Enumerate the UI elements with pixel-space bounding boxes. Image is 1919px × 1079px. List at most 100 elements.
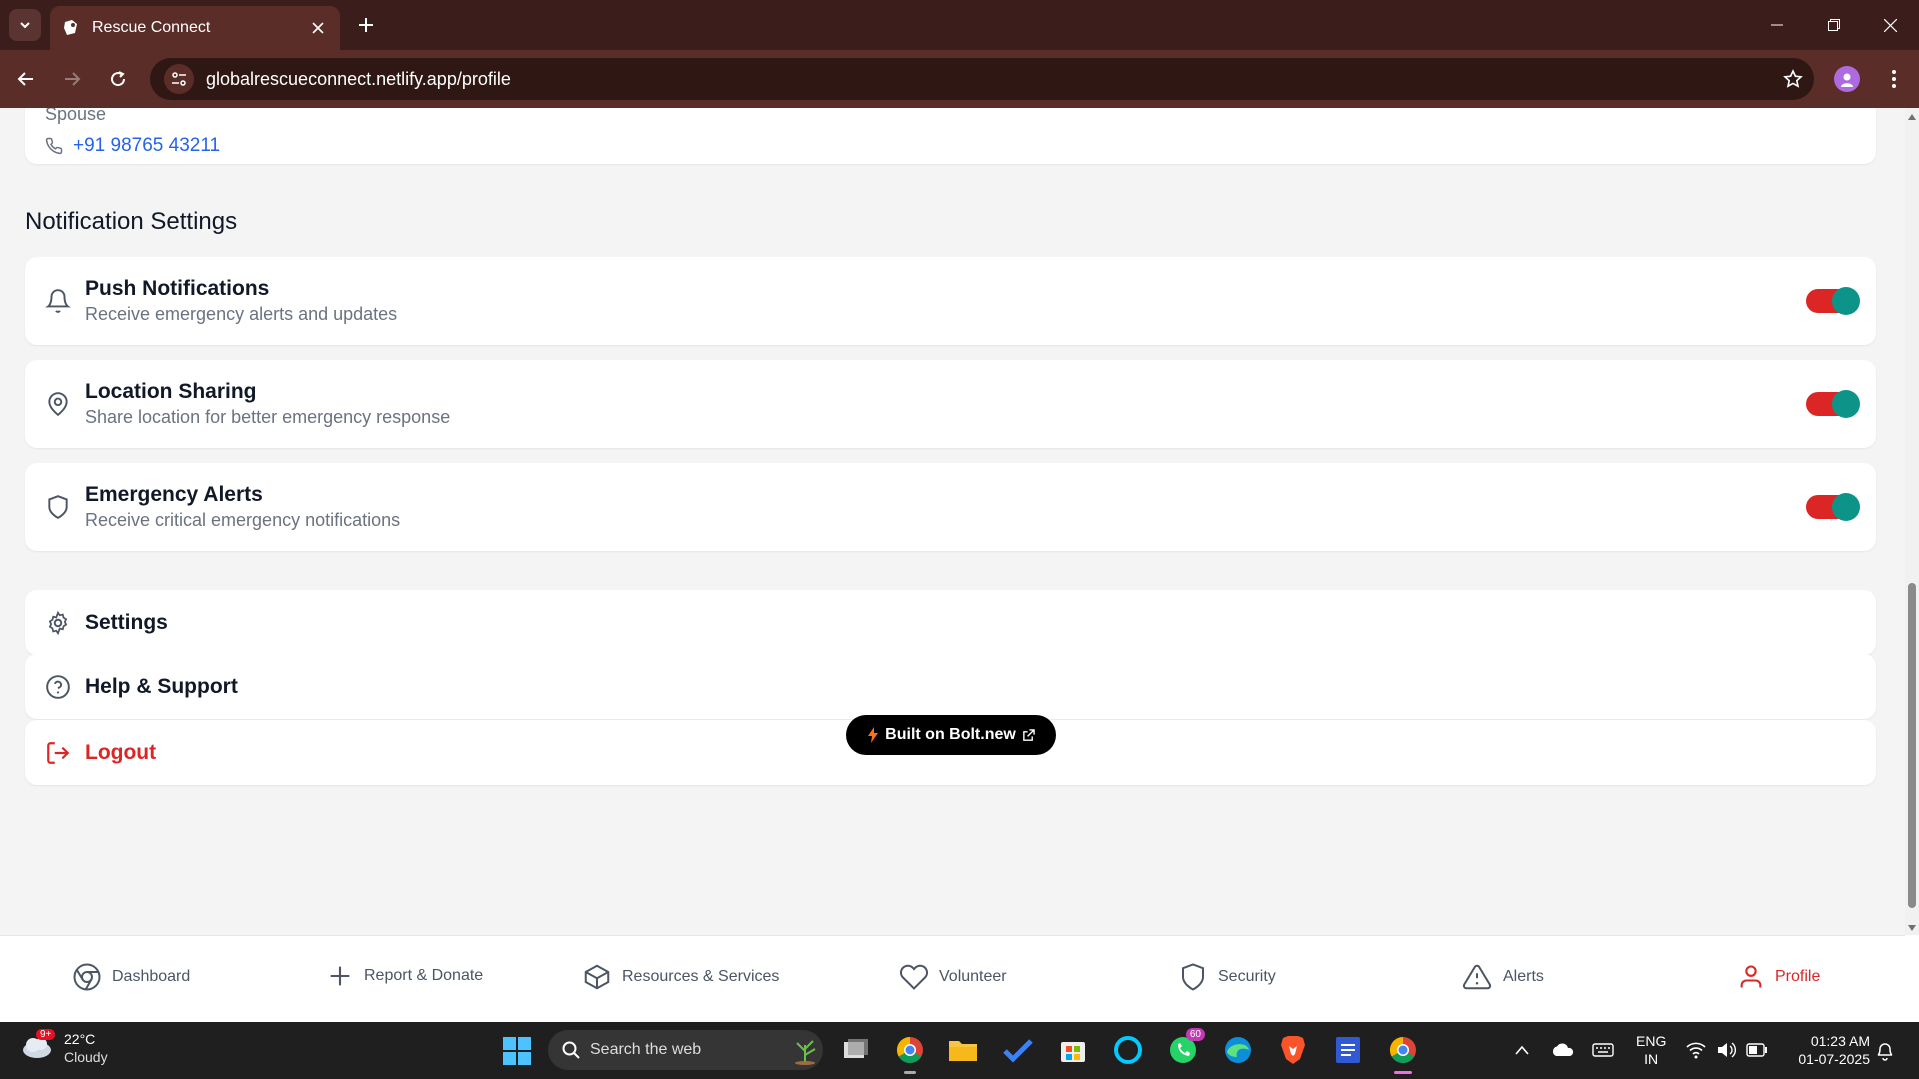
browser-toolbar: globalrescueconnect.netlify.app/profile — [0, 50, 1919, 108]
volume-icon[interactable] — [1716, 1041, 1736, 1059]
box-icon — [584, 964, 610, 990]
bottom-navigation: Dashboard Report & Donate Resources & Se… — [0, 935, 1905, 1022]
nav-security[interactable]: Security — [1178, 962, 1276, 992]
setting-description: Share location for better emergency resp… — [85, 407, 451, 427]
ms-store-app[interactable] — [1055, 1032, 1091, 1068]
nav-resources-services[interactable]: Resources & Services — [582, 962, 779, 992]
page-viewport: Spouse +91 98765 43211 Notification Sett… — [0, 108, 1905, 935]
reload-button[interactable] — [102, 63, 134, 95]
shield-icon — [48, 495, 68, 519]
language-indicator[interactable]: ENG IN — [1636, 1032, 1666, 1068]
bell-icon — [45, 289, 71, 313]
plant-icon — [795, 1040, 816, 1065]
forward-button[interactable] — [56, 63, 88, 95]
emergency-alerts-toggle[interactable] — [1806, 493, 1860, 521]
wifi-icon[interactable] — [1686, 1041, 1706, 1059]
chrome-icon — [1389, 1036, 1416, 1064]
clock-time: 01:23 AM — [1810, 1033, 1870, 1049]
minimize-button[interactable] — [1748, 0, 1805, 50]
scroll-down-arrow[interactable] — [1908, 925, 1916, 931]
nav-volunteer[interactable]: Volunteer — [899, 962, 1007, 992]
weather-condition: Cloudy — [64, 1049, 108, 1065]
nav-report-donate[interactable]: Report & Donate — [326, 962, 483, 990]
nav-alerts[interactable]: Alerts — [1461, 962, 1544, 992]
settings-menu-item[interactable]: Settings — [25, 590, 1876, 655]
back-button[interactable] — [10, 63, 42, 95]
toggle-knob — [1832, 390, 1860, 418]
nav-label: Alerts — [1503, 968, 1544, 985]
keyboard-icon[interactable] — [1592, 1042, 1614, 1058]
user-icon — [1740, 965, 1762, 988]
windows-start-icon[interactable] — [502, 1036, 532, 1066]
location-sharing-toggle[interactable] — [1806, 390, 1860, 418]
chrome-app[interactable] — [892, 1032, 928, 1074]
alexa-app[interactable] — [1110, 1032, 1146, 1068]
browser-tab-strip: Rescue Connect — [0, 0, 1919, 50]
whatsapp-app[interactable]: 60 — [1165, 1028, 1205, 1068]
profile-avatar[interactable] — [1834, 66, 1860, 92]
setting-emergency-alerts: Emergency Alerts Receive critical emerge… — [25, 463, 1876, 551]
file-explorer-app[interactable] — [945, 1032, 981, 1068]
setting-title: Emergency Alerts — [85, 483, 263, 506]
arrow-left-icon — [17, 72, 33, 86]
checkmark-icon — [1003, 1039, 1033, 1063]
todo-app[interactable] — [1000, 1032, 1036, 1068]
close-window-button[interactable] — [1862, 0, 1919, 50]
task-view-icon — [844, 1039, 868, 1058]
weather-badge: 9+ — [36, 1029, 56, 1040]
onedrive-icon[interactable] — [1551, 1042, 1575, 1058]
shield-icon — [1182, 963, 1204, 991]
taskbar-search[interactable]: Search the web — [548, 1030, 823, 1070]
plus-icon — [359, 18, 373, 32]
document-icon — [1336, 1037, 1360, 1063]
browser-menu-button[interactable] — [1878, 63, 1910, 95]
heart-icon — [900, 964, 928, 990]
help-support-menu-item[interactable]: Help & Support — [25, 654, 1876, 719]
edge-app[interactable] — [1220, 1032, 1256, 1068]
url-text: globalrescueconnect.netlify.app/profile — [206, 68, 511, 89]
scroll-up-arrow[interactable] — [1908, 114, 1916, 120]
contact-phone-link[interactable]: +91 98765 43211 — [73, 135, 220, 157]
battery-icon[interactable] — [1746, 1043, 1768, 1057]
star-icon — [1783, 69, 1803, 88]
contact-relation: Spouse — [45, 108, 107, 124]
site-info-button[interactable] — [164, 64, 194, 94]
setting-title: Push Notifications — [85, 277, 270, 300]
weather-temperature: 22°C — [64, 1031, 96, 1047]
weather-widget[interactable]: 9+ 22°C Cloudy — [20, 1029, 108, 1066]
setting-location-sharing: Location Sharing Share location for bett… — [25, 360, 1876, 448]
user-avatar-icon — [1841, 73, 1853, 87]
minimize-icon — [1770, 24, 1783, 26]
plus-icon — [330, 966, 350, 986]
gear-icon — [48, 610, 68, 635]
chevron-up-icon[interactable] — [1514, 1044, 1530, 1056]
built-on-bolt-badge[interactable]: Built on Bolt.new — [846, 715, 1056, 755]
push-notifications-toggle[interactable] — [1806, 287, 1860, 315]
system-clock[interactable]: 01:23 AM 01-07-2025 — [1786, 1032, 1870, 1068]
bookmark-button[interactable] — [1772, 58, 1814, 100]
notification-bell-icon[interactable] — [1876, 1041, 1894, 1061]
logout-icon — [47, 741, 70, 764]
scroll-thumb[interactable] — [1908, 583, 1916, 908]
browser-tab[interactable]: Rescue Connect — [50, 6, 340, 50]
restore-button[interactable] — [1805, 0, 1862, 50]
setting-description: Receive critical emergency notifications — [85, 510, 401, 530]
task-view-app[interactable] — [838, 1032, 874, 1068]
page-scrollbar[interactable] — [1905, 108, 1919, 935]
external-link-icon — [1022, 728, 1035, 741]
brave-app[interactable] — [1275, 1032, 1311, 1068]
close-tab-icon[interactable] — [308, 18, 328, 38]
chrome-profile-app[interactable] — [1385, 1032, 1421, 1074]
address-bar[interactable]: globalrescueconnect.netlify.app/profile — [150, 58, 1814, 100]
nav-profile[interactable]: Profile — [1737, 962, 1820, 992]
setting-description: Receive emergency alerts and updates — [85, 304, 398, 324]
new-tab-button[interactable] — [352, 11, 380, 39]
nav-dashboard[interactable]: Dashboard — [72, 962, 190, 992]
lightning-icon — [868, 727, 879, 743]
alexa-icon — [1114, 1036, 1142, 1064]
notes-app[interactable] — [1330, 1032, 1366, 1068]
tab-search-button[interactable] — [9, 9, 41, 41]
setting-push-notifications: Push Notifications Receive emergency ale… — [25, 257, 1876, 345]
nav-label: Profile — [1775, 968, 1821, 985]
toggle-knob — [1832, 287, 1860, 315]
